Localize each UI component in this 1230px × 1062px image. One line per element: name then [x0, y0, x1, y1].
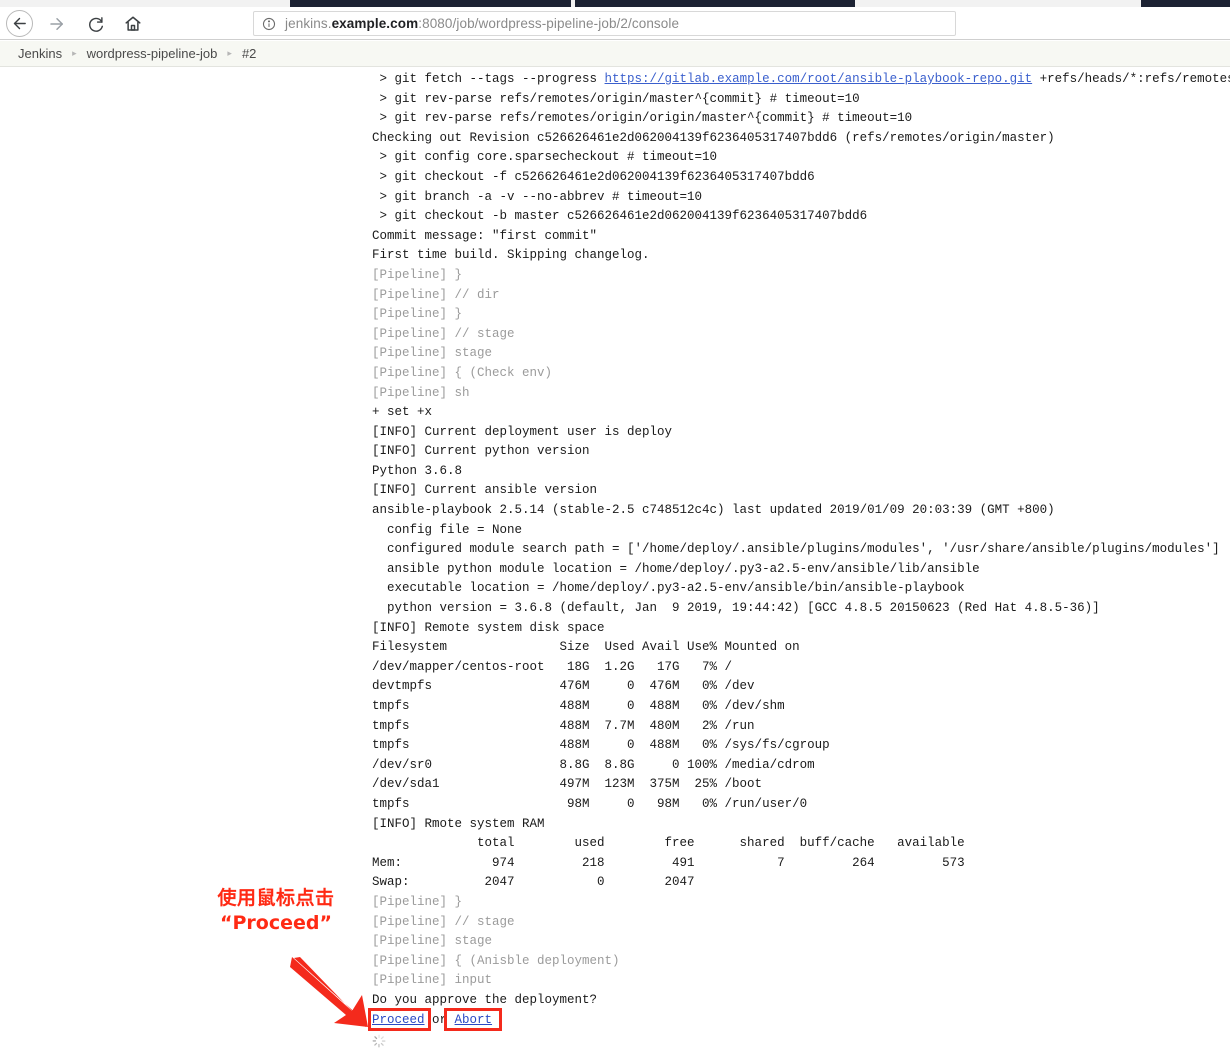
console-line: [INFO] Current deployment user is deploy [372, 424, 673, 439]
console-line: Checking out Revision c526626461e2d06200… [372, 130, 1055, 145]
forward-arrow-icon [48, 15, 66, 33]
address-bar[interactable]: jenkins.example.com:8080/job/wordpress-p… [253, 11, 956, 36]
reload-button[interactable] [76, 7, 114, 40]
console-line: Commit message: "first commit" [372, 228, 598, 243]
console-line: Python 3.6.8 [372, 463, 463, 478]
console-line: devtmpfs 476M 0 476M 0% /dev [372, 679, 755, 694]
breadcrumb: Jenkins ▸ wordpress-pipeline-job ▸ #2 [0, 41, 1230, 67]
console-line: ansible-playbook 2.5.14 (stable-2.5 c748… [372, 503, 1055, 518]
back-button[interactable] [0, 7, 38, 40]
reload-icon [87, 15, 104, 32]
info-circle-icon[interactable] [262, 17, 276, 31]
console-line: [INFO] Current python version [372, 444, 590, 459]
annotation-line-1: 使用鼠标点击 [217, 887, 335, 909]
url-path: :8080/job/wordpress-pipeline-job/2/conso… [418, 16, 680, 31]
breadcrumb-item-job[interactable]: wordpress-pipeline-job [87, 46, 218, 61]
loading-spinner-icon [372, 1034, 386, 1048]
url-text: jenkins.example.com:8080/job/wordpress-p… [285, 16, 679, 31]
console-line: > git rev-parse refs/remotes/origin/mast… [372, 91, 860, 106]
forward-button[interactable] [38, 7, 76, 40]
console-line: > git fetch --tags --progress https://gi… [372, 72, 1230, 86]
console-line: [Pipeline] } [372, 894, 463, 909]
console-repo-link[interactable]: https://gitlab.example.com/root/ansible-… [605, 72, 1033, 86]
console-line: [Pipeline] stage [372, 346, 493, 361]
console-line: First time build. Skipping changelog. [372, 248, 650, 263]
home-button[interactable] [114, 7, 152, 40]
console-line: configured module search path = ['/home/… [372, 542, 1220, 557]
console-line: /dev/mapper/centos-root 18G 1.2G 17G 7% … [372, 659, 733, 674]
console-line: tmpfs 98M 0 98M 0% /run/user/0 [372, 796, 808, 811]
approval-actions: Proceed or Abort [0, 1011, 1230, 1033]
console-line: tmpfs 488M 0 488M 0% /sys/fs/cgroup [372, 738, 830, 753]
back-arrow-icon [5, 10, 33, 37]
browser-tab[interactable] [290, 0, 571, 7]
console-line: > git checkout -b master c526626461e2d06… [372, 209, 868, 224]
console-line: executable location = /home/deploy/.py3-… [372, 581, 965, 596]
console-line: [Pipeline] { (Anisble deployment) [372, 953, 620, 968]
console-line: [INFO] Remote system disk space [372, 620, 605, 635]
browser-nav-controls [0, 7, 152, 40]
chevron-right-icon: ▸ [227, 48, 232, 58]
console-line: Filesystem Size Used Avail Use% Mounted … [372, 640, 800, 655]
chevron-right-icon: ▸ [72, 48, 77, 58]
console-line: [Pipeline] stage [372, 934, 493, 949]
red-arrow-icon [290, 957, 368, 1027]
approval-prompt: Do you approve the deployment? [372, 992, 598, 1007]
console-line: > git checkout -f c526626461e2d062004139… [372, 169, 815, 184]
console-line: Mem: 974 218 491 7 264 573 [372, 855, 965, 870]
console-line: tmpfs 488M 7.7M 480M 2% /run [372, 718, 755, 733]
browser-tab[interactable] [575, 0, 855, 7]
console-line: [Pipeline] { (Check env) [372, 365, 553, 380]
url-host: example.com [331, 16, 419, 31]
console-line: /dev/sr0 8.8G 8.8G 0 100% /media/cdrom [372, 757, 815, 772]
or-label: or [424, 1012, 455, 1027]
console-line: [INFO] Current ansible version [372, 483, 598, 498]
console-line: [Pipeline] // stage [372, 326, 515, 341]
console-line: + set +x [372, 405, 433, 420]
console-line: /dev/sda1 497M 123M 375M 25% /boot [372, 777, 763, 792]
console-line: total used free shared buff/cache availa… [372, 836, 965, 851]
home-icon [124, 15, 142, 33]
browser-tab-strip [0, 0, 1230, 7]
console-line: [Pipeline] } [372, 267, 463, 282]
console-line: > git rev-parse refs/remotes/origin/orig… [372, 111, 913, 126]
console-line: [INFO] Rmote system RAM [372, 816, 545, 831]
spinner-row [0, 1033, 1230, 1053]
console-line: [Pipeline] input [372, 973, 493, 988]
browser-toolbar: jenkins.example.com:8080/job/wordpress-p… [0, 7, 1230, 40]
console-line: [Pipeline] } [372, 307, 463, 322]
console-output: > git fetch --tags --progress https://gi… [0, 70, 1230, 1062]
console-line: [Pipeline] // stage [372, 914, 515, 929]
console-line: python version = 3.6.8 (default, Jan 9 2… [372, 601, 1100, 616]
breadcrumb-item-jenkins[interactable]: Jenkins [18, 46, 62, 61]
console-line: > git config core.sparsecheckout # timeo… [372, 150, 718, 165]
console-line: tmpfs 488M 0 488M 0% /dev/shm [372, 699, 785, 713]
browser-window: jenkins.example.com:8080/job/wordpress-p… [0, 0, 1230, 1062]
annotation-line-2: “Proceed” [220, 912, 332, 934]
console-line: Swap: 2047 0 2047 [372, 875, 695, 890]
url-prefix: jenkins. [285, 16, 332, 31]
console-line: [Pipeline] // dir [372, 287, 500, 302]
console-line: [Pipeline] sh [372, 385, 470, 400]
breadcrumb-item-build[interactable]: #2 [242, 46, 256, 61]
abort-link[interactable]: Abort [455, 1013, 493, 1027]
annotation-text: 使用鼠标点击 “Proceed” [186, 886, 366, 936]
console-line: > git branch -a -v --no-abbrev # timeout… [372, 189, 703, 204]
console-line: ansible python module location = /home/d… [372, 561, 980, 576]
browser-tab[interactable] [1141, 0, 1230, 7]
console-line: config file = None [372, 522, 523, 537]
